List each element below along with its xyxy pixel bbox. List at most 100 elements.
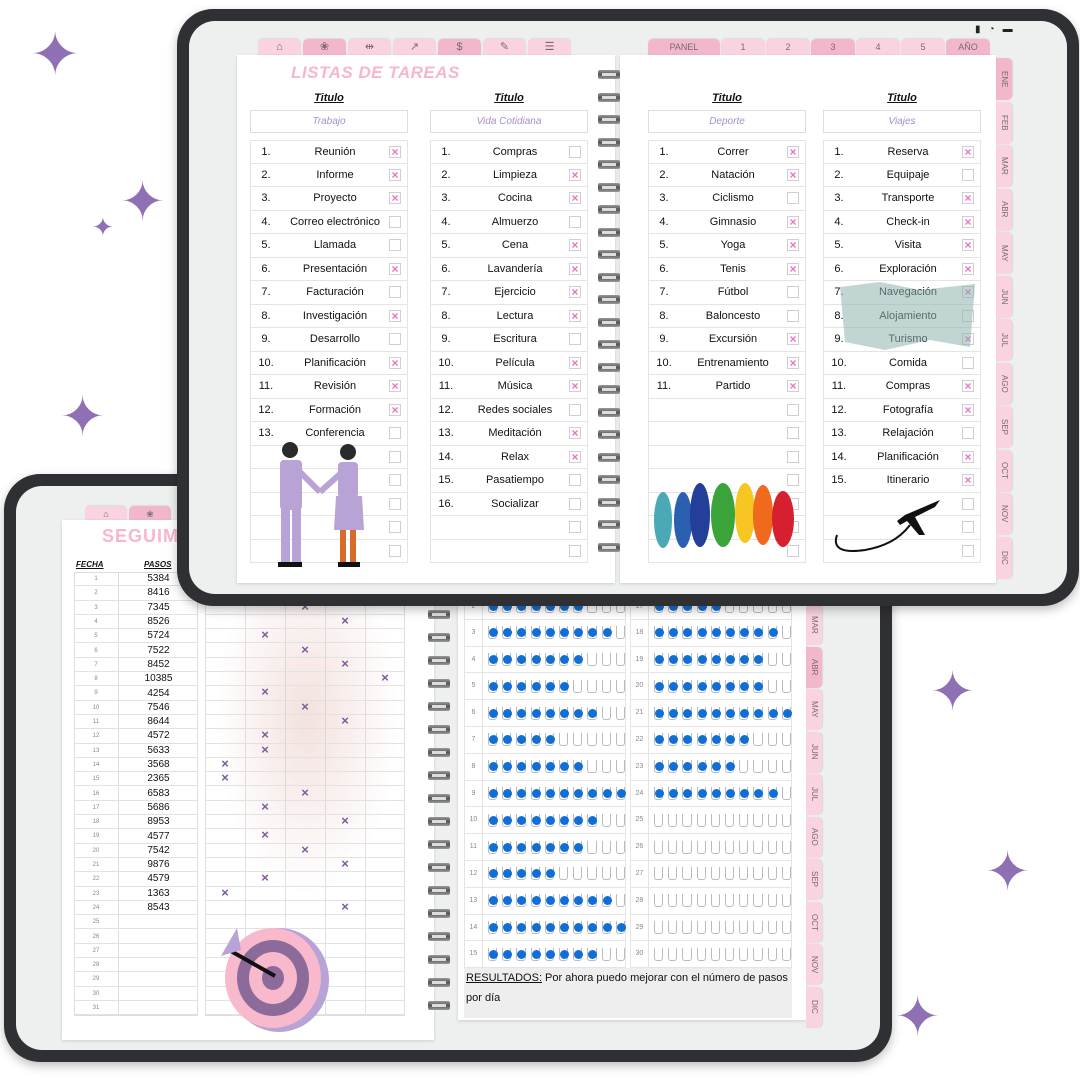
water-glass-icon[interactable] bbox=[668, 760, 679, 774]
water-glass-icon[interactable] bbox=[753, 894, 763, 908]
water-glass-icon[interactable] bbox=[781, 760, 792, 774]
water-glass-icon[interactable] bbox=[653, 947, 664, 961]
water-glass-icon[interactable] bbox=[653, 679, 665, 693]
water-glass-icon[interactable] bbox=[487, 867, 499, 881]
water-glass-icon[interactable] bbox=[487, 840, 499, 854]
water-glass-icon[interactable] bbox=[587, 626, 598, 640]
item-label[interactable]: Redes sociales bbox=[461, 404, 569, 416]
water-glass-icon[interactable] bbox=[724, 652, 736, 666]
water-glass-icon[interactable] bbox=[502, 867, 513, 881]
month-tab[interactable]: ABR bbox=[806, 646, 822, 688]
item-label[interactable]: Transporte bbox=[854, 192, 962, 204]
item-label[interactable]: Itinerario bbox=[854, 474, 962, 486]
water-glass-icon[interactable] bbox=[767, 626, 778, 640]
item-label[interactable]: Baloncesto bbox=[679, 310, 787, 322]
water-glass-icon[interactable] bbox=[753, 840, 763, 854]
item-label[interactable]: Correo electrónico bbox=[281, 216, 389, 228]
checkbox[interactable]: × bbox=[569, 450, 581, 463]
water-glass-icon[interactable] bbox=[530, 920, 541, 934]
month-tab[interactable]: NOV bbox=[806, 944, 822, 985]
water-glass-icon[interactable] bbox=[682, 760, 693, 774]
item-label[interactable]: Escritura bbox=[461, 333, 569, 345]
item-label[interactable]: Fotografía bbox=[854, 404, 962, 416]
water-glass-icon[interactable] bbox=[767, 679, 777, 693]
checkbox[interactable]: × bbox=[787, 333, 799, 346]
water-glass-icon[interactable] bbox=[530, 786, 541, 800]
water-glass-icon[interactable] bbox=[573, 760, 584, 774]
item-label[interactable]: Lectura bbox=[461, 310, 569, 322]
steps-value[interactable]: 7542 bbox=[119, 845, 198, 856]
item-label[interactable]: Relajación bbox=[854, 427, 962, 439]
water-glass-icon[interactable] bbox=[668, 920, 678, 934]
water-glass-icon[interactable] bbox=[739, 947, 749, 961]
water-glass-icon[interactable] bbox=[601, 840, 611, 854]
checkbox[interactable]: × bbox=[962, 380, 974, 393]
checkbox[interactable]: × bbox=[787, 145, 799, 158]
checkbox[interactable] bbox=[569, 474, 581, 487]
water-glass-icon[interactable] bbox=[724, 760, 736, 774]
water-glass-icon[interactable] bbox=[682, 920, 692, 934]
checkbox[interactable] bbox=[389, 427, 401, 440]
steps-value[interactable]: 8543 bbox=[119, 902, 198, 913]
water-glass-icon[interactable] bbox=[544, 894, 555, 908]
item-label[interactable]: Socializar bbox=[461, 498, 569, 510]
item-label[interactable]: Reunión bbox=[281, 146, 389, 158]
water-glass-icon[interactable] bbox=[530, 867, 541, 881]
water-glass-icon[interactable] bbox=[615, 813, 626, 827]
month-tab[interactable]: DIC bbox=[806, 986, 822, 1028]
item-label[interactable]: Revisión bbox=[281, 380, 389, 392]
water-glass-icon[interactable] bbox=[767, 920, 777, 934]
water-glass-icon[interactable] bbox=[739, 626, 750, 640]
item-label[interactable]: Relax bbox=[461, 451, 569, 463]
steps-value[interactable]: 2365 bbox=[119, 773, 198, 784]
water-glass-icon[interactable] bbox=[487, 786, 499, 800]
water-glass-icon[interactable] bbox=[558, 652, 570, 666]
water-glass-icon[interactable] bbox=[682, 706, 693, 720]
water-glass-icon[interactable] bbox=[781, 706, 793, 720]
water-glass-icon[interactable] bbox=[739, 840, 749, 854]
water-glass-icon[interactable] bbox=[615, 947, 626, 961]
checkbox[interactable]: × bbox=[962, 450, 974, 463]
item-label[interactable]: Natación bbox=[679, 169, 787, 181]
checkbox[interactable]: × bbox=[787, 168, 799, 181]
water-glass-icon[interactable] bbox=[601, 920, 612, 934]
checkbox[interactable] bbox=[962, 356, 974, 369]
steps-value[interactable]: 7546 bbox=[119, 702, 198, 713]
water-glass-icon[interactable] bbox=[724, 733, 736, 747]
nav-tab[interactable]: ✎ bbox=[483, 39, 526, 55]
steps-value[interactable]: 7522 bbox=[119, 645, 198, 656]
checkbox[interactable] bbox=[389, 521, 401, 534]
results-box[interactable]: RESULTADOS: Por ahora puedo mejorar con … bbox=[464, 968, 792, 1018]
water-glass-icon[interactable] bbox=[767, 894, 777, 908]
water-glass-icon[interactable] bbox=[696, 626, 707, 640]
water-glass-icon[interactable] bbox=[753, 947, 763, 961]
checkbox[interactable]: × bbox=[569, 309, 581, 322]
water-glass-icon[interactable] bbox=[502, 894, 513, 908]
water-glass-icon[interactable] bbox=[544, 626, 555, 640]
month-tab[interactable]: DIC bbox=[996, 536, 1012, 579]
water-glass-icon[interactable] bbox=[516, 786, 527, 800]
water-glass-icon[interactable] bbox=[724, 840, 735, 854]
checkbox[interactable] bbox=[787, 450, 799, 463]
water-glass-icon[interactable] bbox=[530, 947, 541, 961]
water-glass-icon[interactable] bbox=[682, 813, 692, 827]
water-glass-icon[interactable] bbox=[587, 947, 598, 961]
checkbox[interactable]: × bbox=[569, 168, 581, 181]
water-glass-icon[interactable] bbox=[601, 679, 611, 693]
water-glass-icon[interactable] bbox=[615, 733, 626, 747]
item-label[interactable]: Equipaje bbox=[854, 169, 962, 181]
water-glass-icon[interactable] bbox=[516, 679, 527, 693]
steps-value[interactable]: 4254 bbox=[119, 688, 198, 699]
item-label[interactable]: Música bbox=[461, 380, 569, 392]
steps-value[interactable]: 5686 bbox=[119, 802, 198, 813]
water-glass-icon[interactable] bbox=[753, 920, 763, 934]
water-glass-icon[interactable] bbox=[767, 706, 778, 720]
water-glass-icon[interactable] bbox=[739, 760, 749, 774]
item-label[interactable]: Conferencia bbox=[281, 427, 389, 439]
item-label[interactable]: Formación bbox=[281, 404, 389, 416]
item-label[interactable]: Exploración bbox=[854, 263, 962, 275]
steps-value[interactable]: 6583 bbox=[119, 788, 198, 799]
water-glass-icon[interactable] bbox=[668, 706, 679, 720]
water-glass-icon[interactable] bbox=[724, 947, 735, 961]
water-glass-icon[interactable] bbox=[668, 867, 678, 881]
